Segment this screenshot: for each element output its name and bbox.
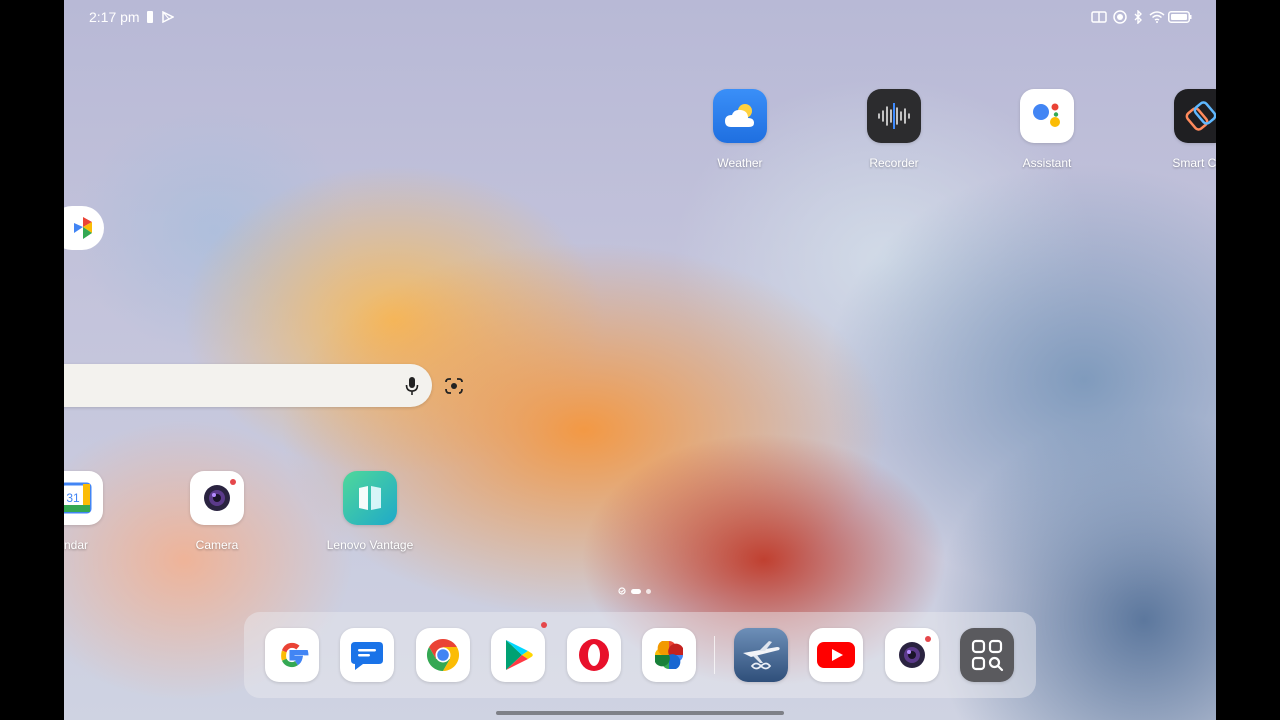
lenovo-vantage-icon (343, 471, 397, 525)
dock (244, 612, 1036, 698)
play-store-icon (162, 10, 174, 24)
recorder-icon (867, 89, 921, 143)
app-camera[interactable]: Camera (157, 471, 277, 552)
page-dot-home-icon (618, 587, 626, 595)
google-one-icon[interactable] (64, 206, 104, 250)
flight-game-icon[interactable] (734, 628, 788, 682)
chrome-icon[interactable] (416, 628, 470, 682)
battery-small-icon (147, 10, 153, 24)
app-label: Smart Con (1172, 156, 1216, 170)
app-weather[interactable]: Weather (680, 89, 800, 170)
search-bar[interactable] (64, 364, 463, 409)
page-dot-active (631, 588, 641, 594)
app-drawer-icon[interactable] (960, 628, 1014, 682)
youtube-icon[interactable] (809, 628, 863, 682)
home-screen: 2:17 pm Weather Recorder Assistant Smart… (64, 0, 1216, 720)
app-smart-connect[interactable]: Smart Con (1141, 89, 1216, 170)
app-recorder[interactable]: Recorder (834, 89, 954, 170)
svg-text:31: 31 (66, 491, 80, 505)
mic-icon[interactable] (400, 374, 424, 398)
google-icon[interactable] (265, 628, 319, 682)
app-calendar[interactable]: 31 ndar (64, 471, 136, 552)
status-bar: 2:17 pm (64, 0, 1216, 34)
smart-connect-icon (1174, 89, 1216, 143)
weather-icon (713, 89, 767, 143)
camera-icon[interactable] (885, 628, 939, 682)
battery-icon (1168, 10, 1192, 24)
page-dot (646, 588, 651, 594)
app-label: ndar (64, 538, 89, 552)
opera-icon[interactable] (567, 628, 621, 682)
app-label: Camera (195, 538, 239, 552)
app-assistant[interactable]: Assistant (987, 89, 1107, 170)
notification-dot (230, 479, 236, 485)
photos-icon[interactable] (642, 628, 696, 682)
assistant-icon (1020, 89, 1074, 143)
lens-icon[interactable] (442, 374, 466, 398)
clock: 2:17 pm (89, 9, 140, 25)
play-store-icon[interactable] (491, 622, 547, 682)
page-indicator[interactable] (618, 586, 651, 596)
record-icon (1113, 10, 1127, 24)
app-label: Weather (717, 156, 763, 170)
app-lenovo-vantage[interactable]: Lenovo Vantage (310, 471, 430, 552)
search-input[interactable] (68, 364, 332, 409)
camera-icon (190, 471, 244, 525)
wifi-icon (1149, 10, 1165, 24)
dock-separator (714, 636, 715, 674)
app-label: Assistant (1022, 156, 1072, 170)
messages-icon[interactable] (340, 628, 394, 682)
dual-screen-icon (1091, 10, 1107, 24)
app-label: Recorder (869, 156, 919, 170)
gesture-bar[interactable] (496, 711, 784, 715)
app-label: Lenovo Vantage (326, 538, 414, 552)
bluetooth-icon (1133, 10, 1143, 24)
calendar-icon: 31 (64, 471, 103, 525)
notification-dot (541, 622, 547, 628)
notification-dot (925, 636, 931, 642)
